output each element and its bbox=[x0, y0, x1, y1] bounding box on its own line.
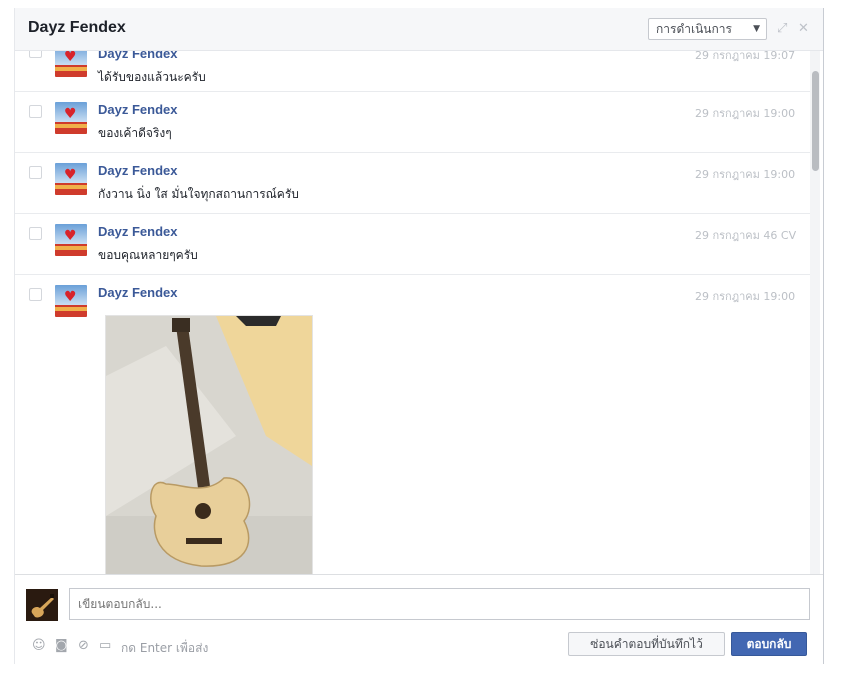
my-avatar bbox=[26, 589, 58, 621]
message-timestamp: 29 กรกฎาคม 19:00 bbox=[695, 168, 796, 181]
avatar: ♥ bbox=[55, 163, 87, 195]
reply-input[interactable] bbox=[69, 588, 810, 620]
message-text: ได้รับของแล้วนะครับ bbox=[98, 70, 206, 84]
message-item: ♥ Dayz Fendex กังวาน นิ่ง ใส มั่นใจทุกสถ… bbox=[15, 152, 810, 214]
message-sender[interactable]: Dayz Fendex bbox=[98, 163, 177, 178]
conversation-header: Dayz Fendex การดำเนินการ ▼ ⤢ ✕ bbox=[15, 8, 823, 51]
avatar: ♥ bbox=[55, 102, 87, 134]
reply-composer: ☺ ◙ ⊘ ▭ กด Enter เพื่อส่ง ซ่อนคำตอบที่บั… bbox=[15, 574, 823, 665]
enter-hint: กด Enter เพื่อส่ง bbox=[121, 641, 209, 655]
avatar: ♥ bbox=[55, 51, 87, 77]
close-icon[interactable]: ✕ bbox=[798, 21, 809, 36]
message-item: ♥ Dayz Fendex ของเค้าดีจริงๆ 29 กรกฎาคม … bbox=[15, 91, 810, 153]
message-timestamp: 29 กรกฎาคม 19:00 bbox=[695, 107, 796, 120]
message-checkbox[interactable] bbox=[29, 166, 42, 179]
message-sender[interactable]: Dayz Fendex bbox=[98, 51, 177, 61]
message-window: Dayz Fendex การดำเนินการ ▼ ⤢ ✕ ♥ Dayz Fe… bbox=[14, 8, 824, 665]
guitar-photo[interactable] bbox=[105, 315, 313, 574]
message-timestamp: 29 กรกฎาคม 46 CV bbox=[695, 229, 797, 242]
message-checkbox[interactable] bbox=[29, 288, 42, 301]
message-sender[interactable]: Dayz Fendex bbox=[98, 102, 177, 117]
message-timestamp: 29 กรกฎาคม 19:07 bbox=[695, 51, 796, 62]
expand-icon[interactable]: ⤢ bbox=[777, 21, 787, 36]
message-sender[interactable]: Dayz Fendex bbox=[98, 224, 177, 239]
chevron-down-icon: ▼ bbox=[753, 24, 760, 34]
emoji-icon[interactable]: ☺ bbox=[32, 638, 46, 653]
actions-dropdown[interactable]: การดำเนินการ ▼ bbox=[648, 18, 767, 40]
conversation-title: Dayz Fendex bbox=[28, 19, 126, 36]
message-item: ♥ Dayz Fendex ขอบคุณหลายๆครับ 29 กรกฎาคม… bbox=[15, 213, 810, 275]
message-item: ♥ Dayz Fendex ได้รับของแล้วนะครับ 29 กรก… bbox=[15, 51, 810, 92]
message-checkbox[interactable] bbox=[29, 105, 42, 118]
saved-replies-button[interactable]: ซ่อนคำตอบที่บันทึกไว้ bbox=[568, 632, 725, 656]
sticker-icon[interactable]: ▭ bbox=[99, 638, 111, 653]
scrollbar-thumb[interactable] bbox=[812, 71, 819, 171]
message-checkbox[interactable] bbox=[29, 227, 42, 240]
avatar: ♥ bbox=[55, 285, 87, 317]
message-sender[interactable]: Dayz Fendex bbox=[98, 285, 177, 300]
message-checkbox[interactable] bbox=[29, 51, 42, 58]
message-timestamp: 29 กรกฎาคม 19:00 bbox=[695, 290, 796, 303]
message-thread: ♥ Dayz Fendex ได้รับของแล้วนะครับ 29 กรก… bbox=[15, 51, 810, 574]
attach-icon[interactable]: ⊘ bbox=[78, 638, 89, 653]
camera-icon[interactable]: ◙ bbox=[55, 638, 68, 653]
message-text: ขอบคุณหลายๆครับ bbox=[98, 248, 198, 262]
avatar: ♥ bbox=[55, 224, 87, 256]
message-text: กังวาน นิ่ง ใส มั่นใจทุกสถานการณ์ครับ bbox=[98, 187, 299, 201]
reply-button[interactable]: ตอบกลับ bbox=[731, 632, 807, 656]
message-text: ของเค้าดีจริงๆ bbox=[98, 126, 172, 140]
actions-label: การดำเนินการ bbox=[656, 22, 732, 36]
